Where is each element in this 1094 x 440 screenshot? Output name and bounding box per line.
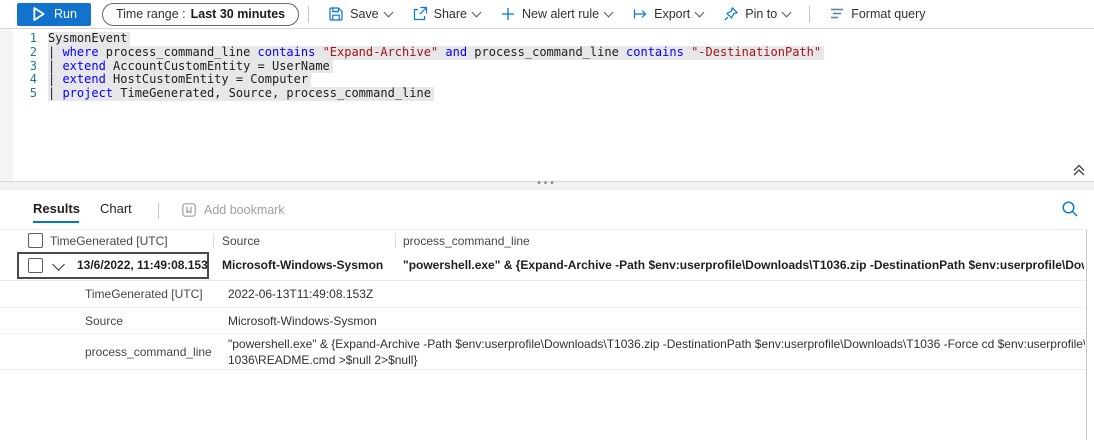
run-button[interactable]: Run [17,3,91,26]
row-expand-chevron-icon[interactable] [52,258,65,271]
add-bookmark-button[interactable]: Add bookmark [175,201,291,219]
cell-source[interactable]: Microsoft-Windows-Sysmon [222,252,383,279]
line-text: | where process_command_line contains "E… [48,46,824,60]
format-lines-icon [829,6,845,22]
export-button[interactable]: Export [622,0,713,28]
double-chevron-up-icon [1071,162,1087,178]
drag-dots-icon: ••• [537,178,557,189]
save-icon [328,6,344,22]
code-lines: 1SysmonEvent2| where process_command_lin… [0,32,1094,101]
share-label: Share [434,7,467,21]
line-text: SysmonEvent [48,32,130,46]
collapse-panel-button[interactable] [1070,162,1088,180]
search-icon [1061,200,1079,218]
tabs-divider [158,203,159,219]
line-text: | extend HostCustomEntity = Computer [48,73,311,87]
pin-icon [723,6,739,22]
export-icon [632,6,648,22]
detail-value-multiline: "powershell.exe" & {Expand-Archive -Path… [228,337,1085,368]
time-range-label: Time range : [116,7,186,21]
cell-timegenerated[interactable]: 13/6/2022, 11:49:08.153 [77,252,208,279]
results-grid-header: TimeGenerated [UTC] Source process_comma… [0,229,1087,253]
panel-resize-handle[interactable]: ••• [0,181,1094,190]
plus-icon [500,6,516,22]
export-label: Export [654,7,690,21]
search-results-button[interactable] [1060,200,1080,220]
detail-label: process_command_line [85,345,212,359]
save-button[interactable]: Save [318,0,402,28]
detail-row-source[interactable]: Source Microsoft-Windows-Sysmon [0,308,1087,334]
toolbar-divider [308,6,309,23]
new-alert-rule-label: New alert rule [522,7,599,21]
table-row[interactable]: 13/6/2022, 11:49:08.153 Microsoft-Window… [0,252,1087,281]
column-header-source[interactable]: Source [222,230,260,252]
select-all-checkbox[interactable] [28,233,43,248]
save-label: Save [350,7,379,21]
cell-process-command-line[interactable]: "powershell.exe" & {Expand-Archive -Path… [403,252,1084,279]
kql-query-editor[interactable]: 1SysmonEvent2| where process_command_lin… [0,29,1094,181]
detail-label: Source [85,314,123,328]
line-text: | extend AccountCustomEntity = UserName [48,60,333,74]
query-toolbar: Run Time range : Last 30 minutes Save Sh… [0,0,1094,29]
chevron-down-icon [695,8,705,18]
format-query-button[interactable]: Format query [819,0,935,28]
line-number: 4 [0,73,48,87]
share-button[interactable]: Share [402,0,490,28]
format-query-label: Format query [851,7,925,21]
add-bookmark-label: Add bookmark [204,203,285,217]
new-alert-rule-button[interactable]: New alert rule [490,0,622,28]
chevron-down-icon [472,8,482,18]
tab-results[interactable]: Results [33,201,80,216]
pin-to-label: Pin to [745,7,777,21]
detail-row-timegenerated[interactable]: TimeGenerated [UTC] 2022-06-13T11:49:08.… [0,281,1087,308]
detail-label: TimeGenerated [UTC] [85,287,203,301]
line-number: 2 [0,46,48,60]
column-separator[interactable] [213,233,214,248]
detail-value: Microsoft-Windows-Sysmon [228,314,377,328]
column-separator[interactable] [395,233,396,248]
row-checkbox[interactable] [28,258,43,273]
run-label: Run [54,7,77,21]
line-text: | project TimeGenerated, Source, process… [48,87,434,101]
pin-to-button[interactable]: Pin to [713,0,800,28]
chevron-down-icon [604,8,614,18]
play-icon [31,6,47,22]
code-line[interactable]: 5| project TimeGenerated, Source, proces… [0,87,1094,101]
active-tab-underline [33,221,79,223]
column-header-timegenerated[interactable]: TimeGenerated [UTC] [50,230,168,252]
detail-value: 2022-06-13T11:49:08.153Z [228,287,373,301]
chevron-down-icon [383,8,393,18]
detail-row-process-command-line[interactable]: process_command_line "powershell.exe" & … [0,334,1087,370]
code-line[interactable]: 1SysmonEvent [0,32,1094,46]
line-number: 3 [0,60,48,74]
detail-value-line: 1036\README.cmd >$null 2>$null} [228,353,1085,369]
code-line[interactable]: 3| extend AccountCustomEntity = UserName [0,60,1094,74]
time-range-picker[interactable]: Time range : Last 30 minutes [102,3,299,26]
chevron-down-icon [782,8,792,18]
toolbar-divider [809,6,810,23]
tab-chart[interactable]: Chart [100,201,132,216]
code-line[interactable]: 4| extend HostCustomEntity = Computer [0,73,1094,87]
column-header-process-command-line[interactable]: process_command_line [403,230,530,252]
time-range-value: Last 30 minutes [191,7,285,21]
grid-right-border [1086,230,1087,440]
detail-value-line: "powershell.exe" & {Expand-Archive -Path… [228,337,1085,353]
bookmark-icon [181,202,197,218]
share-icon [412,6,428,22]
line-number: 5 [0,87,48,101]
code-line[interactable]: 2| where process_command_line contains "… [0,46,1094,60]
line-number: 1 [0,32,48,46]
